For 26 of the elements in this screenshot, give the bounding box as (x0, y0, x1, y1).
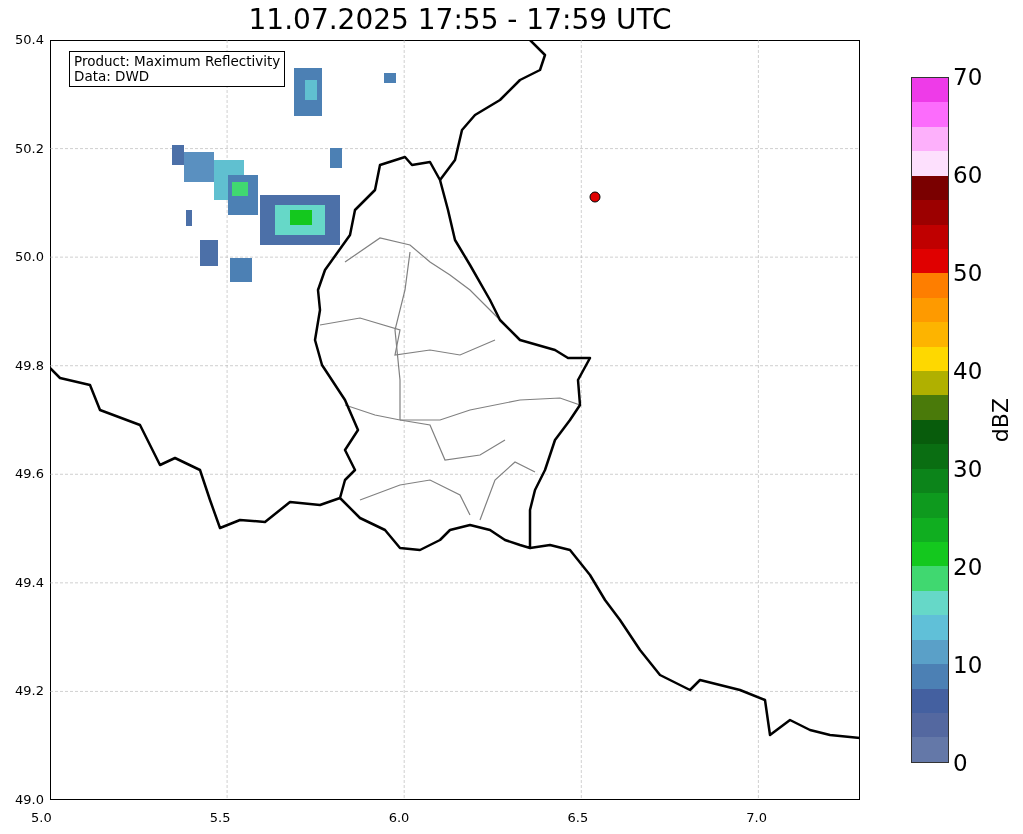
colorbar-tick-label: 60 (953, 161, 983, 190)
colorbar-tick-label: 40 (953, 357, 983, 386)
colorbar-tick-label: 0 (953, 749, 969, 778)
latitude-tick-label: 50.0 (15, 249, 44, 266)
longitude-tick-label: 6.5 (567, 810, 589, 825)
annotation-text: Data: DWD (74, 69, 151, 84)
latitude-tick-label: 49.6 (15, 466, 44, 483)
latitude-tick-label: 50.4 (15, 32, 44, 48)
colorbar-tick-label: 50 (953, 259, 983, 288)
longitude-tick-label: 5.0 (31, 810, 52, 825)
longitude-tick-label: 6.0 (388, 810, 410, 825)
latitude-tick-label: 49.0 (15, 791, 44, 808)
colorbar-tick-label: 70 (953, 63, 983, 92)
longitude-tick-label: 7.0 (746, 810, 767, 825)
map-title: 11.07.2025 17:55 - 17:59 UTC (248, 2, 672, 36)
location-marker (589, 191, 601, 203)
colorbar-tick-label: 10 (953, 651, 983, 680)
colorbar-tick-label: 20 (953, 553, 983, 582)
latitude-tick-label: 49.4 (15, 574, 44, 591)
annotation-text: Product: Maximum Reflectivity (74, 54, 281, 69)
latitude-tick-label: 49.2 (15, 683, 44, 700)
colorbar-label: dBZ (988, 397, 1015, 443)
colorbar-tick-label: 30 (953, 455, 983, 484)
latitude-tick-label: 50.2 (15, 140, 44, 157)
latitude-tick-label: 49.8 (15, 357, 44, 374)
longitude-tick-label: 5.5 (209, 810, 231, 825)
